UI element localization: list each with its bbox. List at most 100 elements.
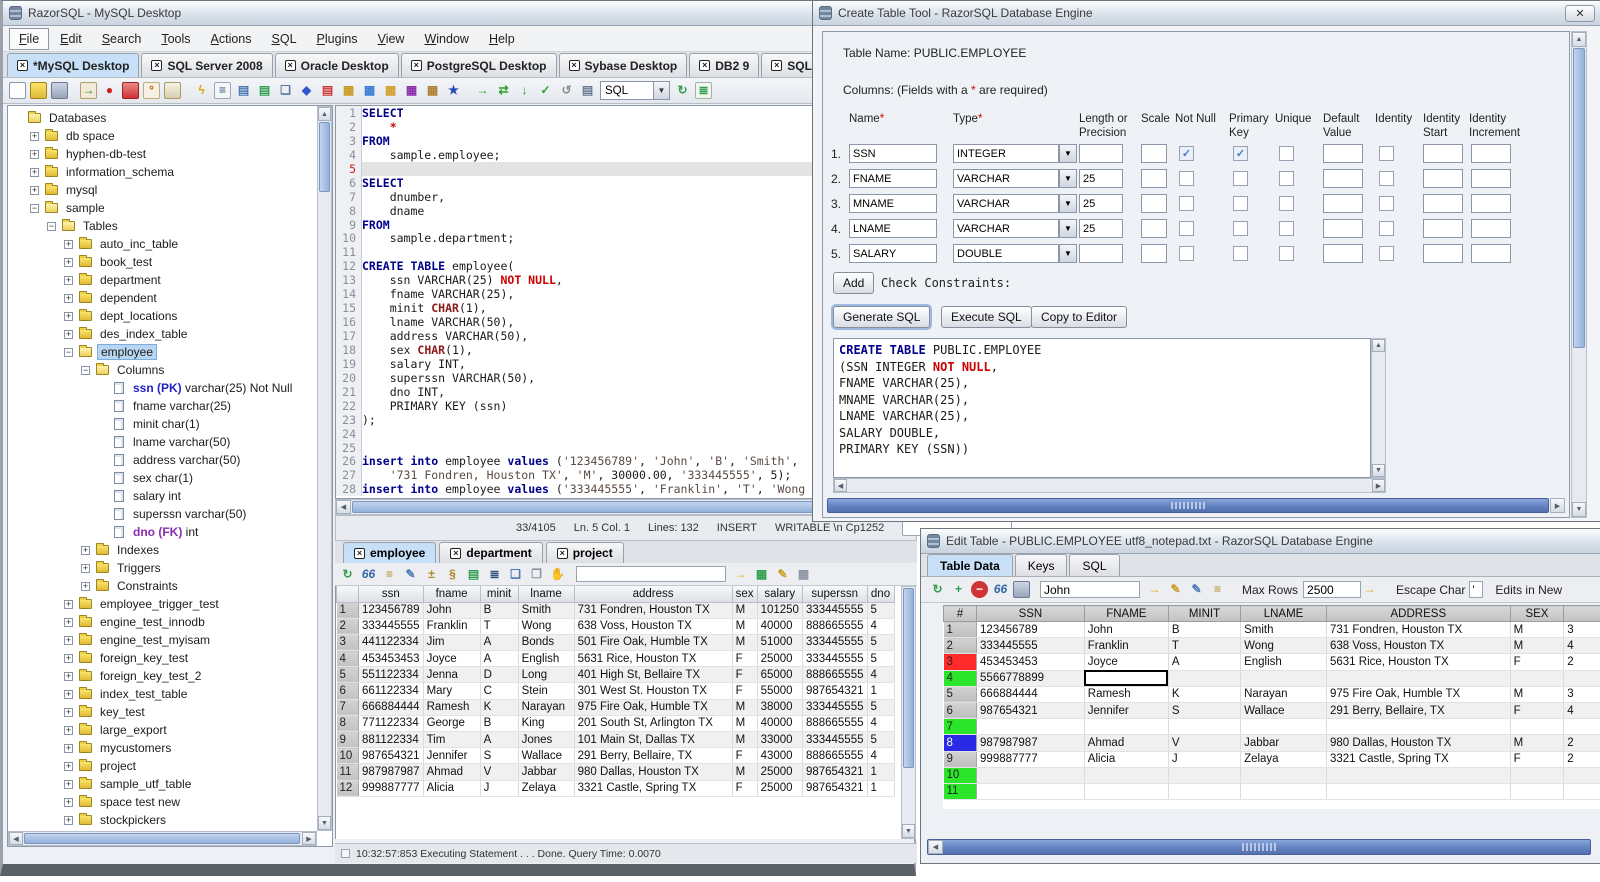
- desktop-tab-postgresql-desktop[interactable]: × PostgreSQL Desktop: [400, 53, 557, 77]
- expand-icon[interactable]: +: [30, 131, 39, 141]
- sql-file-icon[interactable]: ▤: [579, 82, 596, 99]
- scroll-left-icon[interactable]: ◀: [928, 840, 943, 854]
- column-type-combobox[interactable]: DOUBLE: [953, 244, 1059, 263]
- edit-results-icon[interactable]: ✎: [774, 566, 791, 583]
- tree-item-salary-int[interactable]: salary int: [9, 487, 316, 505]
- default-value-field[interactable]: [1323, 144, 1363, 163]
- cell[interactable]: 38000: [757, 699, 803, 716]
- close-tab-icon[interactable]: ×: [771, 60, 783, 71]
- cell[interactable]: [1084, 767, 1169, 784]
- edit-arrow-icon[interactable]: ✎: [1188, 581, 1205, 598]
- scale-field[interactable]: [1141, 244, 1167, 263]
- cell[interactable]: 5: [867, 699, 895, 716]
- cell[interactable]: 101 Main St, Dallas TX: [574, 731, 733, 749]
- cell[interactable]: [1240, 783, 1327, 801]
- cell[interactable]: 441122334: [358, 634, 424, 652]
- cell[interactable]: 123456789: [976, 621, 1085, 639]
- cell[interactable]: [1326, 767, 1511, 784]
- unique-checkbox[interactable]: [1279, 221, 1294, 236]
- column-header-superssn[interactable]: superssn: [801, 586, 868, 603]
- menu-file[interactable]: File: [9, 27, 50, 50]
- expand-icon[interactable]: +: [64, 617, 73, 627]
- rollback-icon[interactable]: [164, 82, 181, 99]
- column-header-#[interactable]: #: [943, 605, 978, 622]
- column-type-combobox[interactable]: INTEGER: [953, 144, 1059, 163]
- table-row[interactable]: 8 771122334 George B King 201 South St, Arlin…: [336, 715, 895, 733]
- add-column-button[interactable]: Add: [833, 272, 875, 294]
- primary-key-checkbox[interactable]: [1233, 246, 1248, 261]
- sql-vertical-scrollbar[interactable]: ▲ ▼: [1371, 338, 1386, 478]
- tree-item-test-space[interactable]: +test space: [9, 829, 316, 830]
- primary-key-checkbox[interactable]: ✓: [1233, 146, 1248, 161]
- cell[interactable]: 5: [867, 731, 895, 749]
- window-vertical-scrollbar[interactable]: ▲ ▼: [1571, 31, 1587, 518]
- table-row[interactable]: 11: [943, 783, 1600, 801]
- cell[interactable]: 51000: [757, 634, 803, 652]
- tree-item-stockpickers[interactable]: + stockpickers: [9, 811, 316, 829]
- execute-icon[interactable]: →: [474, 82, 491, 99]
- tree-item-databases[interactable]: Databases: [9, 109, 316, 127]
- cell[interactable]: 123456789: [358, 602, 424, 619]
- tree-item-des_index_table[interactable]: + des_index_table: [9, 325, 316, 343]
- unique-checkbox[interactable]: [1279, 171, 1294, 186]
- menu-plugins[interactable]: Plugins: [308, 29, 367, 49]
- scroll-up-icon[interactable]: ▲: [1572, 32, 1586, 47]
- cell[interactable]: M: [732, 634, 758, 652]
- primary-key-checkbox[interactable]: [1233, 221, 1248, 236]
- tree-item-address-varchar-50-[interactable]: address varchar(50): [9, 451, 316, 469]
- disconnect-icon[interactable]: [122, 82, 139, 99]
- menu-help[interactable]: Help: [480, 29, 524, 49]
- primary-key-checkbox[interactable]: [1233, 171, 1248, 186]
- excel-export-icon[interactable]: ▦: [795, 566, 812, 583]
- expand-icon[interactable]: +: [30, 167, 39, 177]
- expand-icon[interactable]: +: [64, 671, 73, 681]
- sql-mode-combobox[interactable]: SQL ▼: [600, 81, 670, 100]
- expand-icon[interactable]: +: [64, 293, 73, 303]
- edit-horizontal-scrollbar[interactable]: ◀: [927, 839, 1591, 855]
- cell[interactable]: 3: [1563, 686, 1600, 703]
- expand-icon[interactable]: +: [64, 329, 73, 339]
- cell[interactable]: Stein: [518, 682, 575, 700]
- cell[interactable]: 551122334: [358, 666, 424, 684]
- menu-actions[interactable]: Actions: [202, 29, 261, 49]
- default-value-field[interactable]: [1323, 244, 1363, 263]
- cell[interactable]: Narayan: [1240, 686, 1327, 703]
- cell[interactable]: Jenna: [423, 666, 481, 684]
- cell[interactable]: [1240, 718, 1327, 736]
- cell[interactable]: M: [732, 618, 758, 635]
- cell[interactable]: 301 West St. Houston TX: [574, 682, 733, 700]
- scroll-down-icon[interactable]: ▼: [1572, 502, 1586, 517]
- cell[interactable]: A: [1168, 653, 1242, 671]
- column-type-combobox[interactable]: VARCHAR: [953, 169, 1059, 188]
- cell[interactable]: 731 Fondren, Houston TX: [574, 602, 733, 619]
- cell[interactable]: 5566778899: [976, 670, 1085, 687]
- cell[interactable]: 888665555: [802, 666, 868, 684]
- cell[interactable]: [1084, 670, 1169, 687]
- identity-start-field[interactable]: [1423, 144, 1463, 163]
- table-row[interactable]: 3 453453453 Joyce A English 5631 Rice, Housto…: [943, 653, 1600, 671]
- tree-item-employee_trigger_test[interactable]: + employee_trigger_test: [9, 595, 316, 613]
- commit-icon[interactable]: °: [143, 82, 160, 99]
- not-null-checkbox[interactable]: [1179, 171, 1194, 186]
- scale-field[interactable]: [1141, 219, 1167, 238]
- scroll-left-icon[interactable]: ◀: [336, 500, 351, 514]
- save-icon[interactable]: [51, 82, 68, 99]
- cell[interactable]: 1: [867, 763, 895, 781]
- cell[interactable]: C: [480, 682, 519, 700]
- menu-edit[interactable]: Edit: [51, 29, 91, 49]
- column-name-field[interactable]: SALARY: [849, 244, 937, 263]
- filter-table-icon[interactable]: ▦: [382, 82, 399, 99]
- cell[interactable]: Alicia: [1084, 751, 1169, 768]
- generated-sql-textarea[interactable]: CREATE TABLE PUBLIC.EMPLOYEE (SSN INTEGER…: [833, 338, 1371, 478]
- table-row[interactable]: 4 453453453 Joyce A English 5631 Rice, Housto…: [336, 650, 895, 668]
- cell[interactable]: F: [732, 682, 758, 700]
- cell[interactable]: A: [480, 731, 519, 749]
- cell[interactable]: M: [1510, 734, 1565, 752]
- tree-item-auto_inc_table[interactable]: + auto_inc_table: [9, 235, 316, 253]
- cell[interactable]: Ahmad: [423, 763, 481, 781]
- cell[interactable]: 333445555: [802, 634, 868, 652]
- table-row[interactable]: 2 333445555 Franklin T Wong 638 Voss, Houston…: [336, 618, 895, 635]
- scale-field[interactable]: [1141, 144, 1167, 163]
- expand-icon[interactable]: +: [64, 761, 73, 771]
- column-header-SEX[interactable]: SEX: [1509, 605, 1565, 622]
